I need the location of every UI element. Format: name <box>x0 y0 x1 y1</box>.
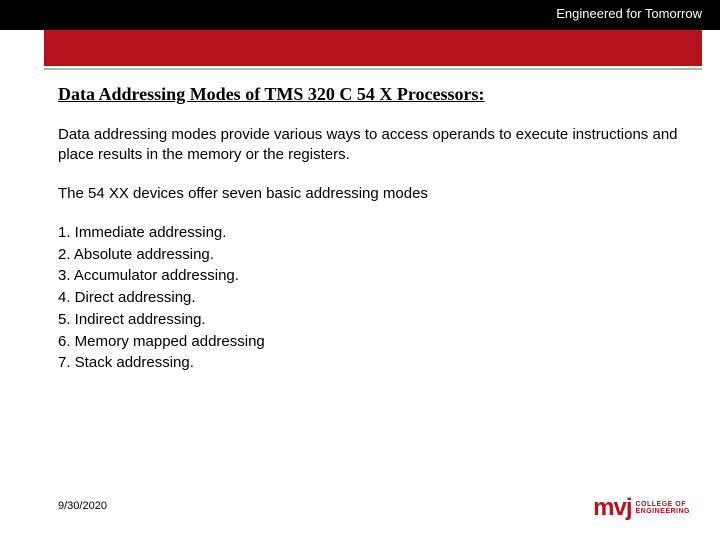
footer-date: 9/30/2020 <box>58 500 107 512</box>
slide-title: Data Addressing Modes of TMS 320 C 54 X … <box>58 84 696 105</box>
slide-subtitle: The 54 XX devices offer seven basic addr… <box>58 184 696 204</box>
list-item: 2. Absolute addressing. <box>58 244 696 266</box>
list-item: 7. Stack addressing. <box>58 352 696 374</box>
logo-line1: COLLEGE OF <box>635 501 690 508</box>
footer-logo: mvj COLLEGE OF ENGINEERING <box>593 494 690 522</box>
header-tagline: Engineered for Tomorrow <box>556 6 702 21</box>
slide-intro: Data addressing modes provide various wa… <box>58 125 696 166</box>
addressing-modes-list: 1. Immediate addressing. 2. Absolute add… <box>58 222 696 374</box>
header-red-bar <box>44 30 702 66</box>
slide-content: Data Addressing Modes of TMS 320 C 54 X … <box>0 70 720 374</box>
list-item: 3. Accumulator addressing. <box>58 265 696 287</box>
list-item: 1. Immediate addressing. <box>58 222 696 244</box>
list-item: 5. Indirect addressing. <box>58 309 696 331</box>
list-item: 4. Direct addressing. <box>58 287 696 309</box>
logo-mark: mvj <box>593 494 631 522</box>
list-item: 6. Memory mapped addressing <box>58 331 696 353</box>
header-black-bar: Engineered for Tomorrow <box>0 0 720 30</box>
logo-text: COLLEGE OF ENGINEERING <box>635 501 690 515</box>
logo-line2: ENGINEERING <box>635 508 690 515</box>
